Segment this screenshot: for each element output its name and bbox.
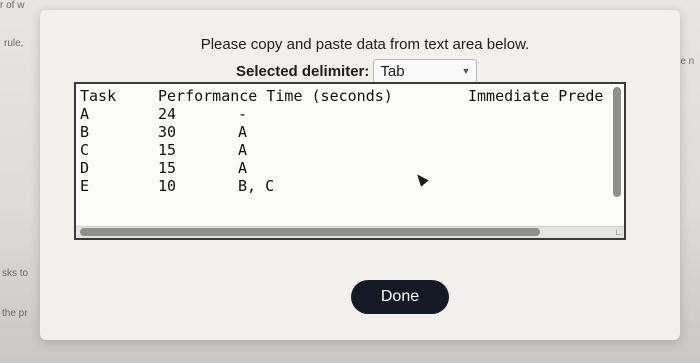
task-cell: E: [80, 177, 90, 195]
predecessor-cell: A: [238, 159, 248, 177]
predecessor-cell: A: [238, 141, 248, 159]
time-cell: 15: [158, 159, 177, 177]
task-cell: D: [80, 159, 90, 177]
resize-grip-icon[interactable]: ∟: [613, 227, 623, 237]
header-performance-time: Performance Time (seconds): [158, 87, 393, 105]
vertical-scrollbar[interactable]: [613, 87, 621, 197]
background-text: the pr: [2, 308, 28, 319]
background-text: rule,: [4, 38, 24, 49]
predecessor-cell: A: [238, 123, 248, 141]
done-button[interactable]: Done: [351, 280, 449, 314]
task-cell: C: [80, 141, 90, 159]
paste-data-dialog: Please copy and paste data from text are…: [40, 10, 680, 340]
instruction-text: Please copy and paste data from text are…: [200, 36, 530, 53]
header-immediate-predecessors: Immediate Prede: [468, 87, 604, 105]
delimiter-select-value: Tab: [380, 62, 405, 80]
predecessor-cell: B, C: [238, 177, 275, 195]
time-cell: 15: [158, 141, 177, 159]
predecessor-cell: -: [238, 105, 248, 123]
task-cell: B: [80, 123, 90, 141]
delimiter-label: Selected delimiter:: [236, 62, 370, 80]
time-cell: 30: [158, 123, 177, 141]
background-text: sks to: [2, 268, 29, 279]
data-textarea[interactable]: Task Performance Time (seconds) Immediat…: [74, 82, 626, 240]
header-task: Task: [80, 87, 117, 105]
delimiter-row: Selected delimiter: Tab ▼: [236, 59, 478, 83]
delimiter-select[interactable]: Tab ▼: [373, 59, 478, 83]
horizontal-scrollbar[interactable]: [80, 228, 540, 236]
task-cell: A: [80, 105, 90, 123]
background-text: r of w: [0, 0, 25, 11]
time-cell: 10: [158, 177, 177, 195]
chevron-down-icon: ▼: [461, 66, 471, 76]
time-cell: 24: [158, 105, 177, 123]
